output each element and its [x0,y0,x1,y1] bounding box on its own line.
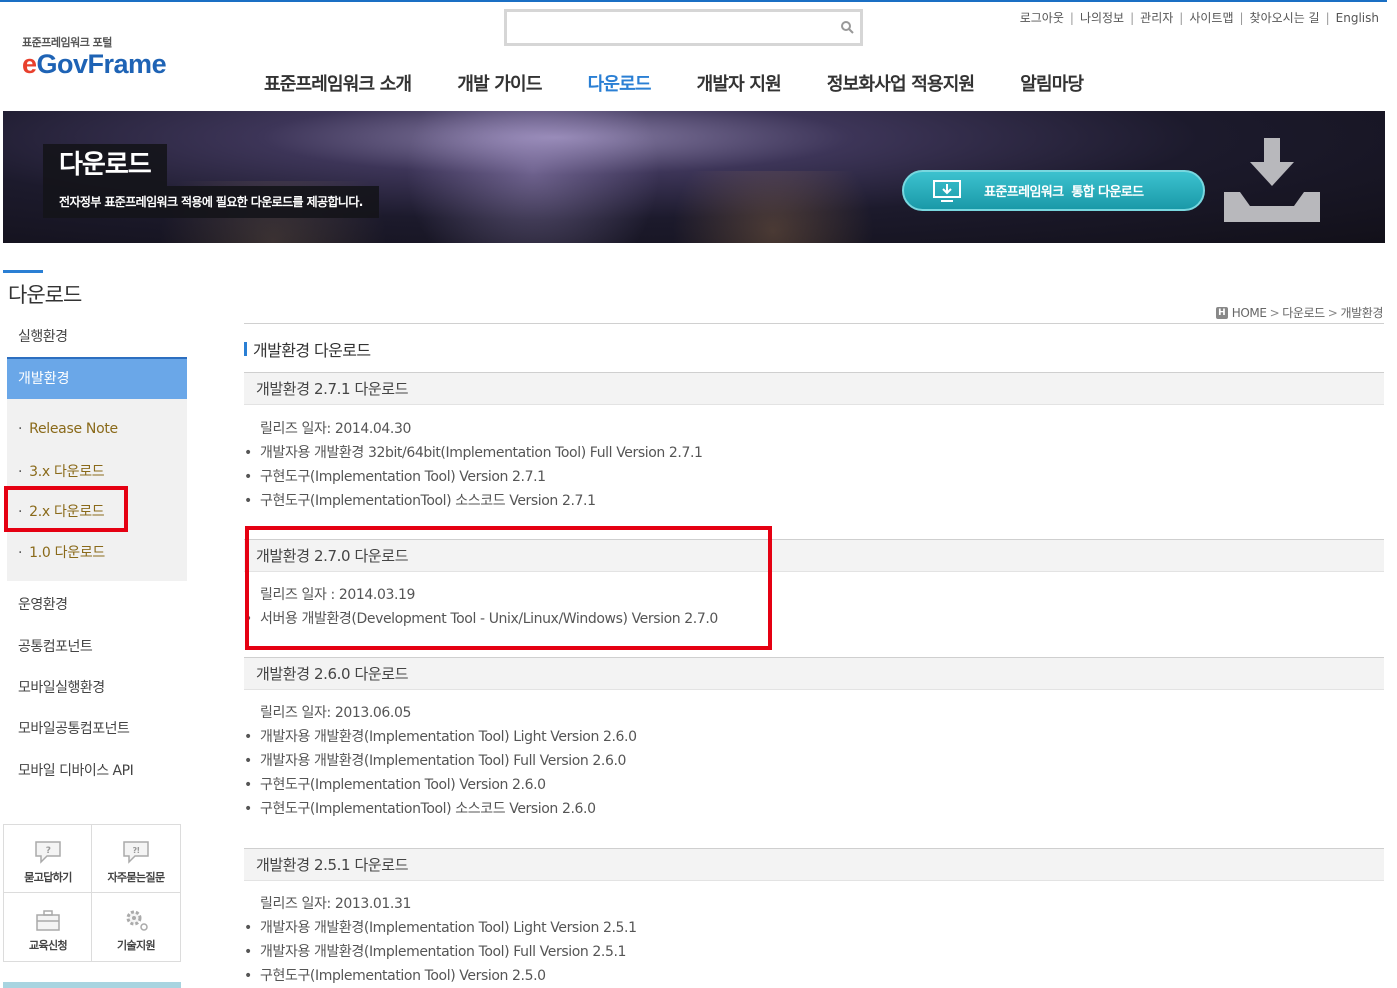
banner-background-glow [383,111,683,243]
svg-text:?!: ?! [132,846,139,855]
sidebar-title-accent [3,270,43,273]
nav-item-notice[interactable]: 알림마당 [1020,70,1084,96]
quick-link-qna[interactable]: ? 묻고답하기 [4,839,92,885]
search-box[interactable] [504,9,863,46]
download-link[interactable]: • 구현도구(Implementation Tool) Version 2.6.0 [244,774,546,794]
title-accent-bar [244,342,247,356]
monitor-download-icon [933,179,961,202]
gear-icon [126,910,148,931]
site-logo[interactable]: 표준프레임워크 포털 eGovFrame [22,34,167,79]
util-separator: | [1325,10,1330,25]
banner-title: 다운로드 [43,144,167,186]
util-separator: | [1179,10,1184,25]
nav-item-intro[interactable]: 표준프레임워크 소개 [264,70,412,96]
admin-link[interactable]: 관리자 [1140,9,1173,26]
logout-link[interactable]: 로그아웃 [1020,9,1064,26]
nav-item-dev-support[interactable]: 개발자 지원 [697,70,782,96]
nav-item-dev-guide[interactable]: 개발 가이드 [457,70,542,96]
banner-description: 전자정부 표준프레임워크 적용에 필요한 다운로드를 제공합니다. [43,186,379,218]
directions-link[interactable]: 찾아오시는 길 [1250,9,1320,26]
util-separator: | [1069,10,1074,25]
sidebar-item-mobile-common-component[interactable]: 모바일공통컴포넌트 [18,718,130,738]
chevron-right-icon: > [1327,305,1338,320]
chevron-right-icon: > [1269,305,1280,320]
briefcase-icon [36,910,60,931]
sidebar-item-runtime[interactable]: 실행환경 [18,326,68,346]
breadcrumb-current: 개발환경 [1340,306,1383,320]
download-link[interactable]: • 개발자용 개발환경(Implementation Tool) Full Ver… [244,941,626,961]
submenu-item-1x-download[interactable]: · 1.0 다운로드 [18,542,105,562]
main-navigation: 표준프레임워크 소개 개발 가이드 다운로드 개발자 지원 정보화사업 적용지원… [264,70,1129,96]
page-banner: 다운로드 전자정부 표준프레임워크 적용에 필요한 다운로드를 제공합니다. 표… [3,111,1385,243]
page-title: 개발환경 다운로드 [244,337,371,361]
breadcrumb-home[interactable]: HOME [1232,306,1267,320]
sitemap-link[interactable]: 사이트맵 [1189,9,1233,26]
download-link[interactable]: • 개발자용 개발환경(Implementation Tool) Light Ve… [244,917,637,937]
home-icon: H [1215,306,1228,319]
section-header-2-6-0: 개발환경 2.6.0 다운로드 [244,657,1384,690]
release-date: 릴리즈 일자: 2013.06.05 [260,705,411,721]
logo-wordmark: eGovFrame [22,49,167,79]
integrated-download-label: 표준프레임워크 통합 다운로드 [984,185,1144,200]
banner-background-glow [643,171,903,243]
logo-subtitle: 표준프레임워크 포털 [22,36,112,49]
submenu-item-release-note[interactable]: · Release Note [18,421,118,437]
highlight-box-2x-download [4,486,128,532]
sidebar-item-operation[interactable]: 운영환경 [18,594,68,614]
sidebar-item-common-component[interactable]: 공통컴포넌트 [18,636,93,656]
download-link[interactable]: • 구현도구(ImplementationTool) 소스코드 Version 2… [244,798,596,818]
breadcrumb-download[interactable]: 다운로드 [1282,304,1325,321]
release-date: 릴리즈 일자: 2014.04.30 [260,421,411,437]
search-icon[interactable] [840,20,854,34]
content-divider [244,323,1384,324]
download-link[interactable]: • 개발자용 개발환경(Implementation Tool) Full Ver… [244,750,626,770]
highlight-box-2-7-0 [245,526,772,650]
quick-link-education[interactable]: 교육신청 [4,907,92,953]
search-input[interactable] [507,12,827,43]
download-link[interactable]: • 구현도구(Implementation Tool) Version 2.7.1 [244,466,546,486]
sidebar-bottom-banner[interactable] [3,982,181,988]
question-bubble-icon: ? [35,841,61,864]
submenu-item-3x-download[interactable]: · 3.x 다운로드 [18,461,105,481]
quick-link-tech-support[interactable]: 기술지원 [92,907,180,953]
grid-divider [4,892,180,893]
sidebar-title: 다운로드 [8,283,82,307]
svg-text:?: ? [46,846,51,856]
quick-links-grid: ? 묻고답하기 ?! 자주묻는질문 교육신청 기술지원 [3,824,181,962]
breadcrumb: H HOME > 다운로드 > 개발환경 [1215,304,1383,321]
section-header-2-5-1: 개발환경 2.5.1 다운로드 [244,848,1384,881]
integrated-download-button[interactable]: 표준프레임워크 통합 다운로드 [902,170,1205,211]
nav-item-project-support[interactable]: 정보화사업 적용지원 [827,70,975,96]
sidebar-item-dev-env[interactable]: 개발환경 [7,357,187,399]
nav-item-download[interactable]: 다운로드 [588,70,652,96]
download-link[interactable]: • 구현도구(ImplementationTool) 소스코드 Version 2… [244,490,596,510]
util-separator: | [1130,10,1135,25]
download-link[interactable]: • 구현도구(Implementation Tool) Version 2.5.0 [244,965,546,985]
utility-links: 로그아웃 | 나의정보 | 관리자 | 사이트맵 | 찾아오시는 길 | English [1020,9,1379,26]
download-tray-icon [1224,138,1320,222]
section-header-2-7-1: 개발환경 2.7.1 다운로드 [244,372,1384,405]
top-accent-line [0,0,1387,2]
util-separator: | [1239,10,1244,25]
english-link[interactable]: English [1336,11,1379,25]
my-info-link[interactable]: 나의정보 [1080,9,1124,26]
sidebar-item-mobile-device-api[interactable]: 모바일 디바이스 API [18,760,134,780]
download-link[interactable]: • 개발자용 개발환경(Implementation Tool) Light Ve… [244,726,637,746]
faq-bubble-icon: ?! [123,841,149,864]
release-date: 릴리즈 일자: 2013.01.31 [260,896,411,912]
quick-link-faq[interactable]: ?! 자주묻는질문 [92,839,180,885]
download-link[interactable]: • 개발자용 개발환경 32bit/64bit(Implementation To… [244,442,703,462]
sidebar-item-mobile-runtime[interactable]: 모바일실행환경 [18,677,105,697]
